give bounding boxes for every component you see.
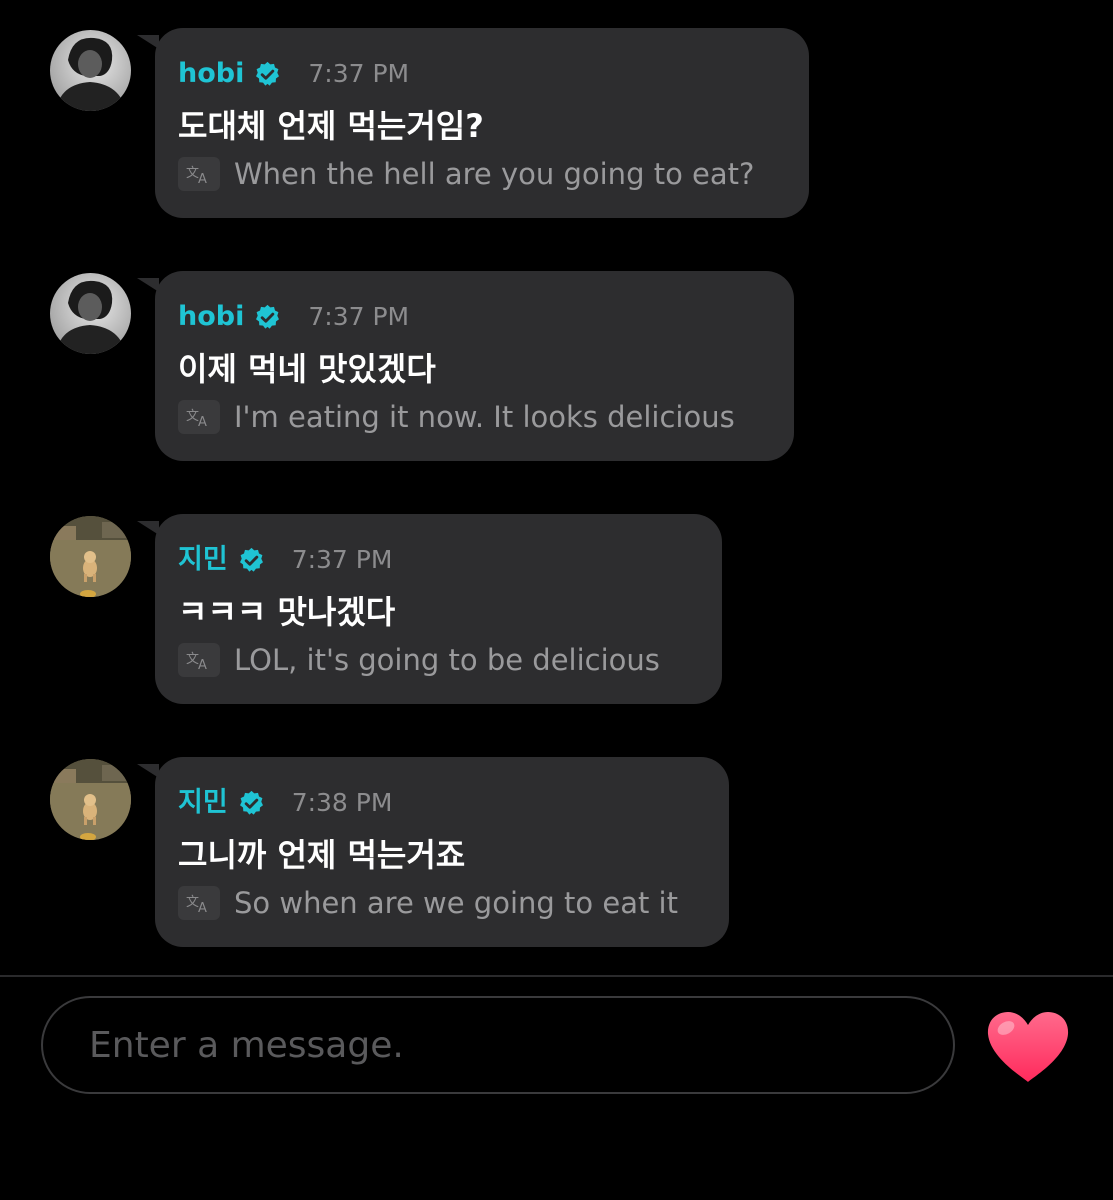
translate-icon[interactable]: 文 A (178, 400, 220, 434)
verified-badge-icon (237, 546, 266, 575)
message-time: 7:38 PM (291, 788, 393, 817)
svg-text:A: A (198, 658, 207, 672)
message-header: 지민 7:37 PM (178, 542, 392, 578)
avatar[interactable] (50, 516, 131, 597)
message-bubble[interactable]: 지민 7:38 PM 그니까 언제 먹는거죠 文 A So when are w… (137, 757, 729, 947)
verified-badge-icon (253, 303, 282, 332)
message-composer (0, 977, 1113, 1200)
verified-badge-icon (253, 60, 282, 89)
message-bubble[interactable]: 지민 7:37 PM ㅋㅋㅋ 맛나겠다 文 A LOL, it's going … (137, 514, 722, 704)
message-time: 7:37 PM (291, 545, 393, 574)
avatar[interactable] (50, 273, 131, 354)
verified-badge-icon (237, 789, 266, 818)
message-bubble[interactable]: hobi 7:37 PM 도대체 언제 먹는거임? 文 A When the h… (137, 28, 809, 218)
translation-text: When the hell are you going to eat? (234, 157, 755, 191)
message-header: hobi 7:37 PM (178, 56, 409, 92)
bubble-tail (137, 521, 159, 535)
message-time: 7:37 PM (308, 59, 410, 88)
translation-row: 文 A I'm eating it now. It looks deliciou… (178, 397, 735, 437)
message-bubble[interactable]: hobi 7:37 PM 이제 먹네 맛있겠다 文 A I'm eating i… (137, 271, 794, 461)
translation-text: LOL, it's going to be delicious (234, 643, 660, 677)
message-header: 지민 7:38 PM (178, 785, 392, 821)
message-header: hobi 7:37 PM (178, 299, 409, 335)
heart-icon (987, 1012, 1069, 1082)
translation-text: I'm eating it now. It looks delicious (234, 400, 735, 434)
message-input[interactable] (41, 996, 955, 1094)
chat-message-list: hobi 7:37 PM 도대체 언제 먹는거임? 文 A When the h… (0, 0, 1113, 975)
translate-icon[interactable]: 文 A (178, 886, 220, 920)
message-text: ㅋㅋㅋ 맛나겠다 (178, 593, 396, 631)
message-text: 이제 먹네 맛있겠다 (178, 350, 436, 388)
bubble-tail (137, 764, 159, 778)
svg-text:A: A (198, 172, 207, 186)
heart-button[interactable] (984, 1010, 1072, 1086)
avatar[interactable] (50, 759, 131, 840)
bubble-tail (137, 35, 159, 49)
translate-icon[interactable]: 文 A (178, 157, 220, 191)
sender-name[interactable]: 지민 (178, 542, 228, 578)
svg-text:A: A (198, 415, 207, 429)
message-text: 그니까 언제 먹는거죠 (178, 836, 466, 874)
translate-icon[interactable]: 文 A (178, 643, 220, 677)
translation-row: 文 A LOL, it's going to be delicious (178, 640, 660, 680)
translation-row: 文 A So when are we going to eat it (178, 883, 678, 923)
message-text: 도대체 언제 먹는거임? (178, 107, 484, 145)
sender-name[interactable]: hobi (178, 56, 244, 92)
message-time: 7:37 PM (308, 302, 410, 331)
sender-name[interactable]: 지민 (178, 785, 228, 821)
translation-text: So when are we going to eat it (234, 886, 678, 920)
avatar[interactable] (50, 30, 131, 111)
svg-text:A: A (198, 901, 207, 915)
translation-row: 文 A When the hell are you going to eat? (178, 154, 754, 194)
sender-name[interactable]: hobi (178, 299, 244, 335)
bubble-tail (137, 278, 159, 292)
